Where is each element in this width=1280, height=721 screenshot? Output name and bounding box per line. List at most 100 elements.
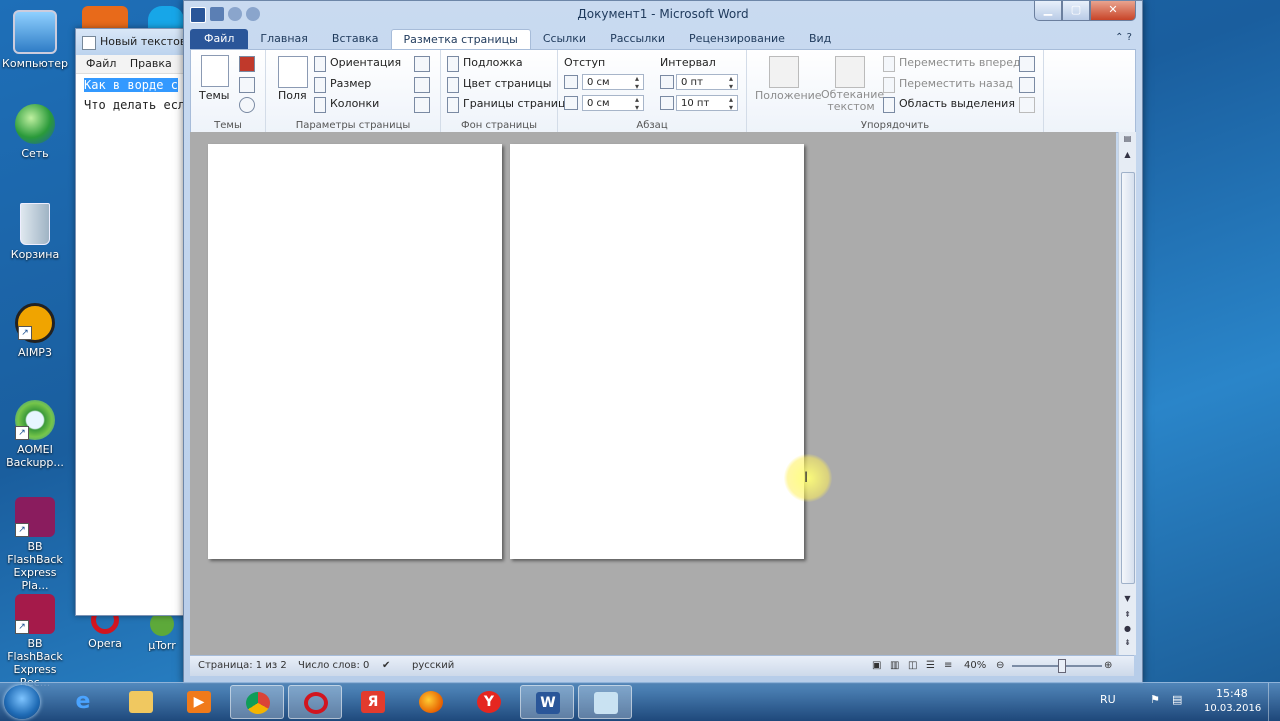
tab-review[interactable]: Рецензирование xyxy=(677,29,797,49)
close-button[interactable]: ✕ xyxy=(1090,1,1136,21)
hyphenation-icon[interactable] xyxy=(414,97,430,113)
clock-date[interactable]: 10.03.2016 xyxy=(1204,703,1261,714)
scroll-down-icon[interactable]: ▼ xyxy=(1119,594,1136,603)
page-2[interactable] xyxy=(510,144,804,559)
document-area[interactable]: I xyxy=(190,132,1116,655)
action-center-flag-icon[interactable]: ⚑ xyxy=(1150,693,1160,706)
desktop-icon-aimp3[interactable]: ↗ AIMP3 xyxy=(0,303,70,359)
taskbar-notepad[interactable] xyxy=(578,685,632,719)
firefox-icon xyxy=(419,691,443,713)
indent-left-input[interactable]: 0 см xyxy=(582,74,644,91)
group-label: Параметры страницы xyxy=(295,120,411,131)
notepad-menu-file[interactable]: Файл xyxy=(86,57,116,70)
word-titlebar[interactable]: Документ1 - Microsoft Word ▁ ▢ ✕ xyxy=(184,1,1142,29)
columns-button[interactable]: Колонки xyxy=(330,97,379,110)
tab-page-layout[interactable]: Разметка страницы xyxy=(390,29,531,49)
zoom-slider-knob[interactable] xyxy=(1057,659,1066,673)
indent-left-icon xyxy=(564,75,578,89)
tab-file[interactable]: Файл xyxy=(190,29,249,49)
desktop-icon-recycle-bin[interactable]: Корзина xyxy=(0,203,70,261)
theme-colors-icon[interactable] xyxy=(239,56,255,72)
position-button[interactable]: Положение xyxy=(755,89,822,102)
help-icon[interactable]: ⌃ ? xyxy=(1115,32,1132,43)
language-bar[interactable]: RU xyxy=(1100,693,1116,706)
zoom-in-icon[interactable]: ⊕ xyxy=(1104,660,1112,671)
page-count[interactable]: Страница: 1 из 2 xyxy=(198,660,287,671)
page-1[interactable] xyxy=(208,144,502,559)
clock-time[interactable]: 15:48 xyxy=(1216,687,1248,700)
group-themes: Темы Темы xyxy=(191,50,266,132)
desktop-icon-computer[interactable]: Компьютер xyxy=(0,10,70,70)
taskbar-chrome[interactable] xyxy=(230,685,284,719)
themes-button[interactable]: Темы xyxy=(199,89,229,102)
bring-forward-button[interactable]: Переместить вперед xyxy=(899,56,1021,69)
network-tray-icon[interactable]: ▤ xyxy=(1172,693,1182,706)
word-window[interactable]: Документ1 - Microsoft Word ▁ ▢ ✕ Файл Гл… xyxy=(183,0,1143,684)
previous-page-icon[interactable]: ⇞ xyxy=(1119,610,1136,619)
tab-view[interactable]: Вид xyxy=(797,29,843,49)
tab-home[interactable]: Главная xyxy=(248,29,320,49)
theme-effects-icon[interactable] xyxy=(239,97,255,113)
notepad-window[interactable]: Новый текстовы Файл Правка Как в ворде с… xyxy=(75,28,197,616)
align-icon[interactable] xyxy=(1019,56,1035,72)
view-outline-icon[interactable]: ☰ xyxy=(926,660,935,671)
browse-object-icon[interactable]: ● xyxy=(1119,624,1136,633)
send-backward-button[interactable]: Переместить назад xyxy=(899,77,1013,90)
zoom-level[interactable]: 40% xyxy=(964,660,986,671)
selection-pane-button[interactable]: Область выделения xyxy=(899,97,1015,110)
line-numbers-icon[interactable] xyxy=(414,77,430,93)
taskbar-explorer[interactable] xyxy=(114,685,168,719)
spacing-after-input[interactable]: 10 пт xyxy=(676,95,738,112)
rotate-icon[interactable] xyxy=(1019,97,1035,113)
proofing-icon[interactable]: ✔ xyxy=(382,660,390,671)
taskbar-media-player[interactable]: ▶ xyxy=(172,685,226,719)
taskbar-yandex[interactable]: Y xyxy=(462,685,516,719)
notepad-text-area[interactable]: Как в ворде с Что делать есл xyxy=(76,74,196,116)
taskbar-yandex-browser[interactable]: Я xyxy=(346,685,400,719)
zoom-out-icon[interactable]: ⊖ xyxy=(996,660,1004,671)
desktop-icon-bbflashback-player[interactable]: ↗ BB FlashBack Express Pla... xyxy=(0,497,70,592)
tab-insert[interactable]: Вставка xyxy=(320,29,391,49)
tab-references[interactable]: Ссылки xyxy=(531,29,598,49)
watermark-button[interactable]: Подложка xyxy=(463,56,523,69)
minimize-button[interactable]: ▁ xyxy=(1034,1,1062,21)
taskbar-ie[interactable]: e xyxy=(56,685,110,719)
wrap-text-button[interactable]: Обтекание текстом xyxy=(821,89,884,113)
taskbar-firefox[interactable] xyxy=(404,685,458,719)
spacing-before-input[interactable]: 0 пт xyxy=(676,74,738,91)
view-print-layout-icon[interactable]: ▣ xyxy=(872,660,881,671)
ruler-toggle-icon[interactable]: ▤ xyxy=(1119,134,1136,143)
desktop-icon-aomei[interactable]: ↗ AOMEI Backupp... xyxy=(0,400,70,469)
next-page-icon[interactable]: ⇟ xyxy=(1119,638,1136,647)
start-button[interactable] xyxy=(4,685,40,719)
desktop-icon-network[interactable]: Сеть xyxy=(0,104,70,160)
scroll-up-icon[interactable]: ▲ xyxy=(1119,150,1136,159)
theme-fonts-icon[interactable] xyxy=(239,77,255,93)
computer-icon xyxy=(13,10,57,54)
taskbar-word[interactable]: W xyxy=(520,685,574,719)
breaks-icon[interactable] xyxy=(414,56,430,72)
page-borders-button[interactable]: Границы страниц xyxy=(463,97,565,110)
notepad-icon xyxy=(82,36,96,50)
notepad-titlebar[interactable]: Новый текстовы xyxy=(76,29,196,55)
view-web-layout-icon[interactable]: ◫ xyxy=(908,660,917,671)
group-objects-icon[interactable] xyxy=(1019,77,1035,93)
taskbar-opera[interactable] xyxy=(288,685,342,719)
language-indicator[interactable]: русский xyxy=(412,660,454,671)
desktop-icon-bbflashback-recorder[interactable]: ↗ BB FlashBack Express Rec... xyxy=(0,594,70,689)
maximize-button[interactable]: ▢ xyxy=(1062,1,1090,21)
page-color-button[interactable]: Цвет страницы xyxy=(463,77,551,90)
show-desktop-button[interactable] xyxy=(1268,683,1280,721)
indent-right-input[interactable]: 0 см xyxy=(582,95,644,112)
view-draft-icon[interactable]: ≡ xyxy=(944,660,952,671)
size-button[interactable]: Размер xyxy=(330,77,371,90)
notepad-menu-edit[interactable]: Правка xyxy=(130,57,172,70)
tab-mailings[interactable]: Рассылки xyxy=(598,29,677,49)
orientation-button[interactable]: Ориентация xyxy=(330,56,401,69)
desktop-icon-utorrent[interactable]: μTorr xyxy=(140,612,184,652)
view-full-screen-icon[interactable]: ▥ xyxy=(890,660,899,671)
scrollbar-thumb[interactable] xyxy=(1121,172,1135,584)
margins-button[interactable]: Поля xyxy=(278,89,307,102)
vertical-scrollbar[interactable]: ▤ ▲ ▼ ⇞ ● ⇟ xyxy=(1118,132,1136,655)
word-count[interactable]: Число слов: 0 xyxy=(298,660,369,671)
